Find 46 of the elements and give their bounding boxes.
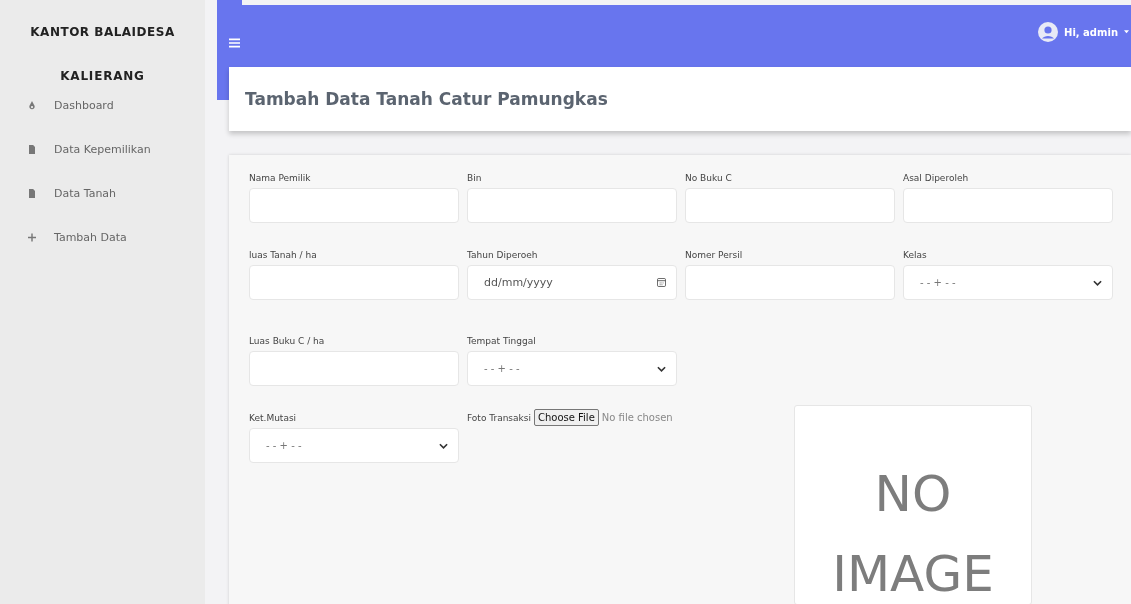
choose-file-button[interactable]: Choose File (533, 409, 599, 426)
sidebar-item[interactable]: Tambah Data (0, 215, 205, 259)
input-field[interactable] (249, 265, 459, 300)
chevron-icon (439, 442, 448, 449)
user-menu[interactable]: Hi, admin (1038, 22, 1131, 42)
placeholder-text: NO (874, 464, 952, 525)
caret-icon (1124, 30, 1129, 34)
input-field[interactable] (249, 188, 459, 223)
select-field[interactable]: - - + - - (249, 428, 459, 463)
brand-title: KANTOR BALAIDESA (29, 25, 176, 39)
field-label: Foto Transaksi (467, 412, 531, 423)
calendar-icon[interactable] (657, 278, 666, 287)
field-label: Bin (467, 173, 483, 183)
avatar-icon (1038, 22, 1059, 42)
field-label: Tempat Tinggal (467, 336, 537, 346)
plus-icon (28, 232, 36, 242)
menu-icon[interactable] (229, 38, 240, 48)
input-field[interactable] (249, 351, 459, 386)
sidebar-item[interactable]: Data Kepemilikan (0, 127, 205, 171)
select-field[interactable]: - - + - - (467, 351, 677, 386)
input-field[interactable] (685, 188, 895, 223)
chevron-icon (1093, 279, 1102, 286)
file-icon (28, 188, 36, 198)
date-field[interactable]: dd/mm/yyyy (467, 265, 677, 300)
chevron-icon (657, 365, 666, 372)
sidebar-item[interactable]: Data Tanah (0, 171, 205, 215)
drop-icon (28, 100, 36, 110)
page-title: Tambah Data Tanah Catur Pamungkas (245, 89, 608, 109)
field-label: Luas Buku C / ha (249, 336, 326, 346)
field-label: Kelas (903, 250, 928, 260)
field-label: Nama Pemilik (249, 173, 312, 183)
select-field[interactable]: - - + - - (903, 265, 1113, 300)
input-field[interactable] (685, 265, 895, 300)
field-label: luas Tanah / ha (249, 250, 318, 260)
sidebar-item[interactable]: Dashboard (0, 83, 205, 127)
field-label: Nomer Persil (685, 250, 744, 260)
field-label: No Buku C (685, 173, 733, 183)
field-label: Asal Diperoleh (903, 173, 970, 183)
field-label: Ket.Mutasi (249, 413, 298, 423)
field-label: Tahun Diperoeh (467, 250, 539, 260)
placeholder-text: IMAGE (832, 544, 994, 604)
input-field[interactable] (903, 188, 1113, 223)
file-icon (28, 144, 36, 154)
file-status: No file chosen (601, 412, 673, 423)
input-field[interactable] (467, 188, 677, 223)
brand-subtitle: KALIERANG (59, 69, 146, 83)
